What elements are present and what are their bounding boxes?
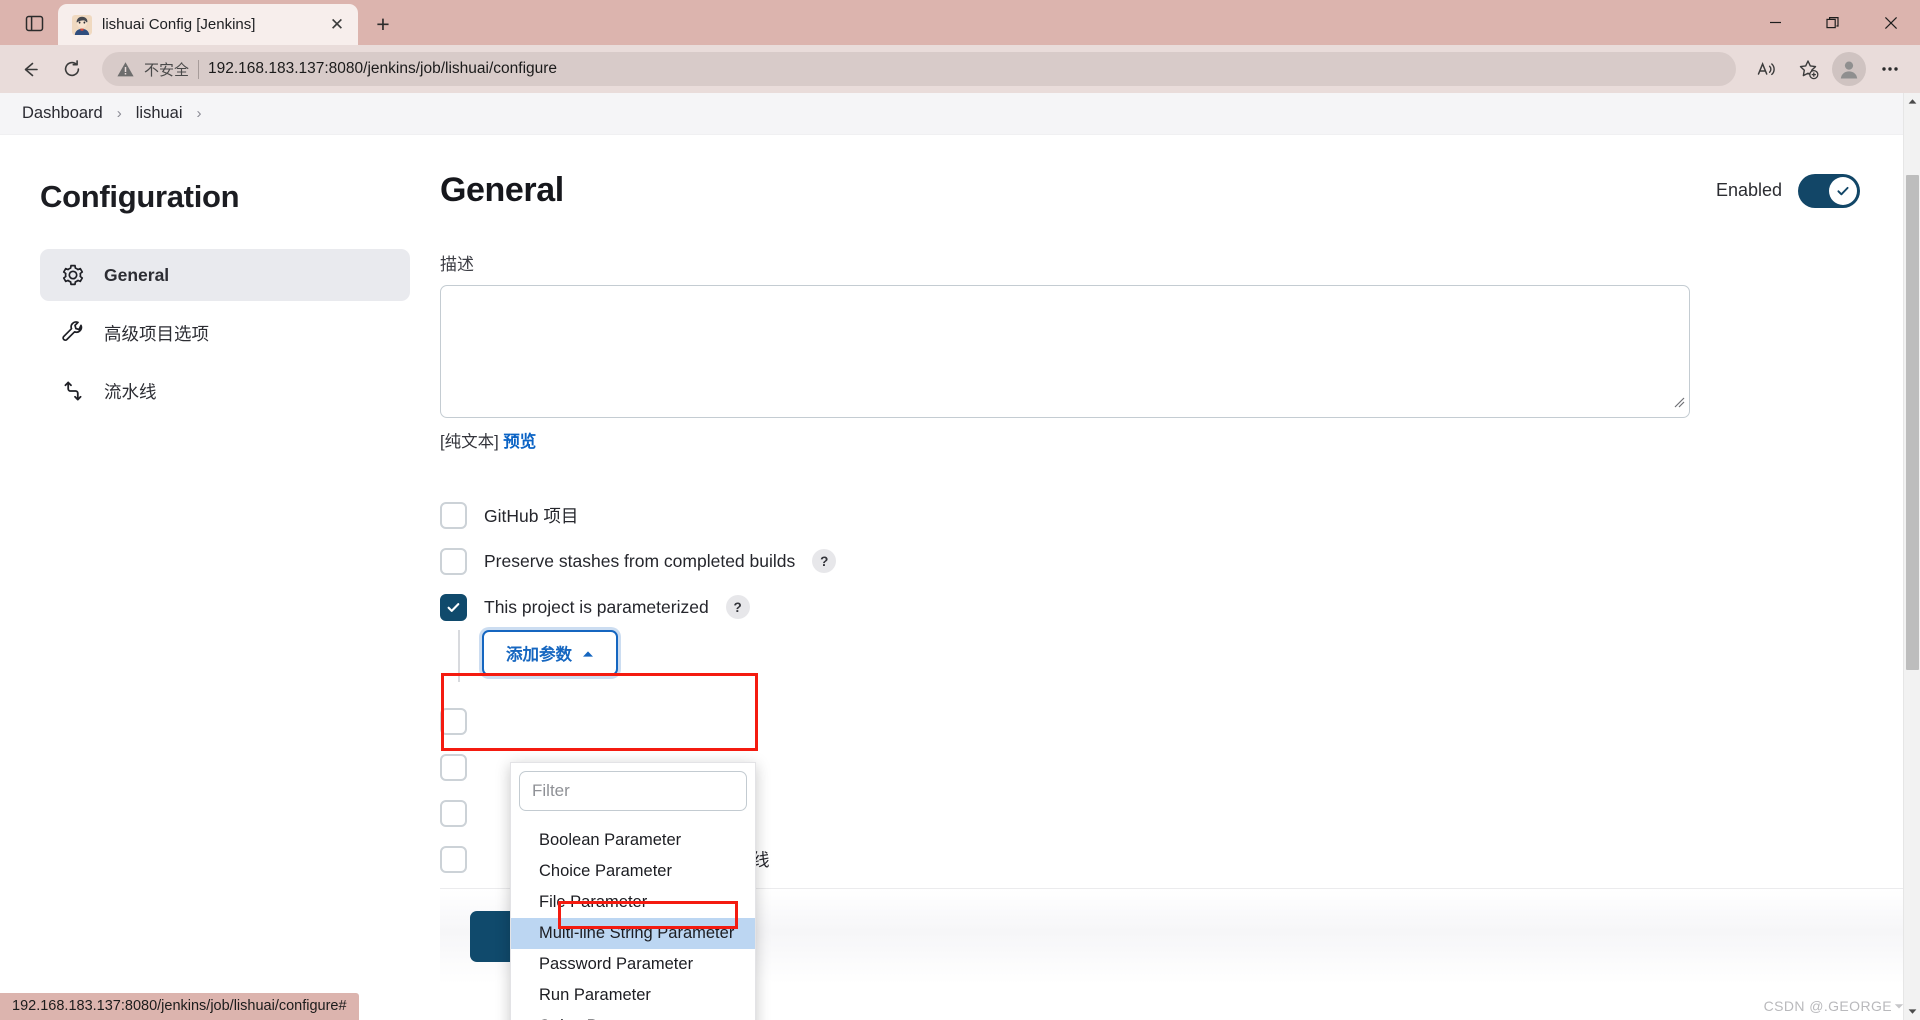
add-parameter-button[interactable]: 添加参数	[482, 630, 618, 676]
scroll-down-icon[interactable]	[1904, 1003, 1920, 1020]
page-title: Configuration	[40, 179, 240, 214]
wrench-icon	[60, 320, 86, 346]
dropdown-item-multi-line-string-parameter[interactable]: Multi-line String Parameter	[511, 918, 755, 949]
gear-icon	[60, 262, 86, 288]
vertical-scrollbar[interactable]	[1903, 93, 1920, 1020]
enabled-label: Enabled	[1715, 180, 1782, 200]
obscured-checkbox[interactable]	[440, 845, 467, 873]
sidebar-item-general[interactable]: General	[40, 249, 410, 301]
jenkins-favicon	[72, 14, 92, 35]
configuration-sidebar: Configuration General 高级项目选项 流水线	[0, 135, 440, 1020]
dropdown-item-file-parameter[interactable]: File Parameter	[511, 887, 755, 918]
checkbox-label: GitHub 项目	[484, 505, 579, 526]
browser-chrome: lishuai Config [Jenkins] ✕ + 不安全 192.168…	[0, 0, 1920, 93]
checkbox-label: Preserve stashes from completed builds	[484, 550, 796, 571]
content-header: General Enabled	[440, 171, 1860, 210]
filter-input[interactable]	[519, 771, 747, 811]
browser-toolbar: 不安全 192.168.183.137:8080/jenkins/job/lis…	[0, 45, 1920, 93]
address-bar[interactable]: 不安全 192.168.183.137:8080/jenkins/job/lis…	[102, 52, 1736, 86]
watermark: CSDN @.GEORGE	[1764, 998, 1904, 1014]
obscured-checkbox[interactable]	[440, 707, 467, 735]
checkbox-row-obscured-1[interactable]	[440, 698, 1860, 744]
dropdown-item-string-parameter[interactable]: String Parameter	[511, 1011, 755, 1020]
security-status-text: 不安全	[144, 61, 190, 79]
add-parameter-label: 添加参数	[506, 646, 572, 664]
add-parameter-row: 添加参数	[440, 630, 1860, 682]
preserve-stashes-checkbox[interactable]	[440, 547, 467, 575]
dropdown-item-choice-parameter[interactable]: Choice Parameter	[511, 856, 755, 887]
sidebar-item-pipeline[interactable]: 流水线	[40, 365, 410, 417]
chevron-down-icon	[1894, 1003, 1904, 1008]
checkbox-row-preserve-stashes[interactable]: Preserve stashes from completed builds ?	[440, 538, 1860, 584]
panel-icon[interactable]	[14, 4, 54, 42]
breadcrumb: Dashboard › lishuai ›	[0, 93, 1920, 135]
description-label: 描述	[440, 255, 474, 274]
read-aloud-icon[interactable]	[1748, 51, 1784, 87]
window-controls	[1746, 0, 1920, 45]
dropdown-item-password-parameter[interactable]: Password Parameter	[511, 949, 755, 980]
description-footer: [纯文本] 预览	[440, 428, 1860, 452]
new-tab-button[interactable]: +	[366, 7, 400, 41]
warning-triangle-icon	[116, 60, 135, 79]
window-close-icon[interactable]	[1862, 0, 1920, 45]
tab-title: lishuai Config [Jenkins]	[102, 16, 256, 33]
obscured-checkbox[interactable]	[440, 799, 467, 827]
dropdown-filter-wrap	[510, 762, 756, 819]
github-project-checkbox[interactable]	[440, 501, 467, 529]
breadcrumb-separator-2: ›	[196, 105, 202, 122]
sidebar-item-label: 高级项目选项	[104, 323, 209, 344]
parameterized-checkbox[interactable]	[440, 593, 467, 621]
breadcrumb-item-dashboard[interactable]: Dashboard	[22, 104, 117, 123]
resize-grip-icon[interactable]	[1673, 395, 1685, 413]
help-icon[interactable]: ?	[725, 595, 750, 619]
check-icon	[1829, 176, 1857, 205]
omnibox-divider	[198, 59, 200, 79]
url-text: 192.168.183.137:8080/jenkins/job/lishuai…	[208, 60, 558, 77]
enabled-toggle[interactable]	[1798, 173, 1860, 208]
more-options-icon[interactable]	[1872, 51, 1908, 87]
nesting-rail	[458, 630, 460, 682]
dropdown-item-run-parameter[interactable]: Run Parameter	[511, 980, 755, 1011]
breadcrumb-item-lishuai[interactable]: lishuai	[136, 104, 197, 123]
checkbox-label: This project is parameterized	[484, 596, 709, 617]
section-title: General	[440, 171, 564, 209]
checkbox-row-github-project[interactable]: GitHub 项目	[440, 492, 1860, 538]
preview-link[interactable]: 预览	[503, 433, 536, 451]
page-viewport: Dashboard › lishuai › Configuration Gene…	[0, 93, 1920, 1020]
close-icon[interactable]: ✕	[324, 12, 350, 38]
watermark-text: CSDN @.GEORGE	[1763, 998, 1892, 1014]
add-favorite-icon[interactable]	[1790, 51, 1826, 87]
checkbox-row-parameterized[interactable]: This project is parameterized ?	[440, 584, 1860, 630]
check-icon	[447, 602, 460, 612]
profile-avatar-icon[interactable]	[1832, 52, 1866, 86]
restore-icon[interactable]	[1804, 0, 1862, 45]
scroll-up-icon[interactable]	[1904, 93, 1920, 110]
caret-up-icon	[582, 644, 594, 663]
reload-icon[interactable]	[54, 51, 90, 87]
browser-tab[interactable]: lishuai Config [Jenkins] ✕	[58, 4, 358, 45]
pipeline-icon	[60, 378, 86, 404]
breadcrumb-separator: ›	[116, 105, 122, 122]
minimize-icon[interactable]	[1746, 0, 1804, 45]
status-bar-url: 192.168.183.137:8080/jenkins/job/lishuai…	[0, 993, 359, 1020]
parameter-type-dropdown: Boolean Parameter Choice Parameter File …	[510, 762, 756, 1020]
help-icon[interactable]: ?	[812, 549, 837, 573]
scrollbar-thumb[interactable]	[1906, 175, 1919, 670]
tab-strip: lishuai Config [Jenkins] ✕ +	[0, 0, 1920, 45]
sidebar-item-label: General	[104, 264, 170, 285]
dropdown-option-list: Boolean Parameter Choice Parameter File …	[510, 819, 756, 1020]
dropdown-item-boolean-parameter[interactable]: Boolean Parameter	[511, 825, 755, 856]
sidebar-item-advanced-options[interactable]: 高级项目选项	[40, 307, 410, 359]
description-textarea[interactable]	[440, 285, 1690, 418]
back-arrow-icon[interactable]	[12, 51, 48, 87]
obscured-checkbox[interactable]	[440, 753, 467, 781]
sidebar-item-label: 流水线	[104, 381, 157, 402]
plain-text-note: [纯文本]	[440, 433, 499, 451]
enabled-control: Enabled	[1715, 173, 1860, 208]
